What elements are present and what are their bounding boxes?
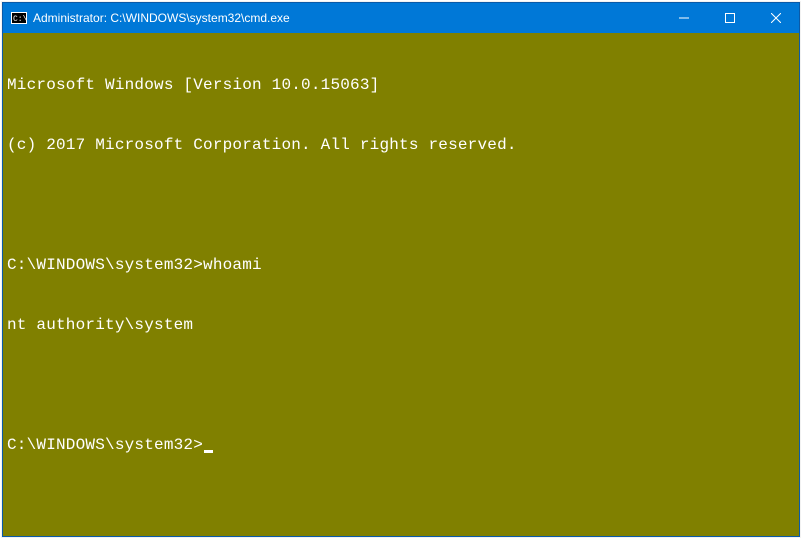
prompt-line: C:\WINDOWS\system32>whoami	[7, 255, 795, 275]
prompt-text: C:\WINDOWS\system32>	[7, 435, 203, 455]
cursor-icon	[204, 450, 213, 453]
prompt-text: C:\WINDOWS\system32>	[7, 255, 203, 275]
blank-line	[7, 375, 795, 395]
output-line: nt authority\system	[7, 315, 795, 335]
prompt-line: C:\WINDOWS\system32>	[7, 435, 795, 455]
svg-text:C:\: C:\	[13, 15, 27, 24]
cmd-window: C:\ Administrator: C:\WINDOWS\system32\c…	[2, 2, 800, 537]
command-text: whoami	[203, 255, 262, 275]
blank-line	[7, 195, 795, 215]
minimize-button[interactable]	[661, 3, 707, 33]
cmd-icon: C:\	[11, 10, 27, 26]
window-title: Administrator: C:\WINDOWS\system32\cmd.e…	[33, 11, 290, 25]
maximize-button[interactable]	[707, 3, 753, 33]
banner-line: (c) 2017 Microsoft Corporation. All righ…	[7, 135, 795, 155]
window-controls	[661, 3, 799, 33]
titlebar[interactable]: C:\ Administrator: C:\WINDOWS\system32\c…	[3, 3, 799, 33]
banner-line: Microsoft Windows [Version 10.0.15063]	[7, 75, 795, 95]
close-button[interactable]	[753, 3, 799, 33]
terminal-area[interactable]: Microsoft Windows [Version 10.0.15063] (…	[3, 33, 799, 536]
